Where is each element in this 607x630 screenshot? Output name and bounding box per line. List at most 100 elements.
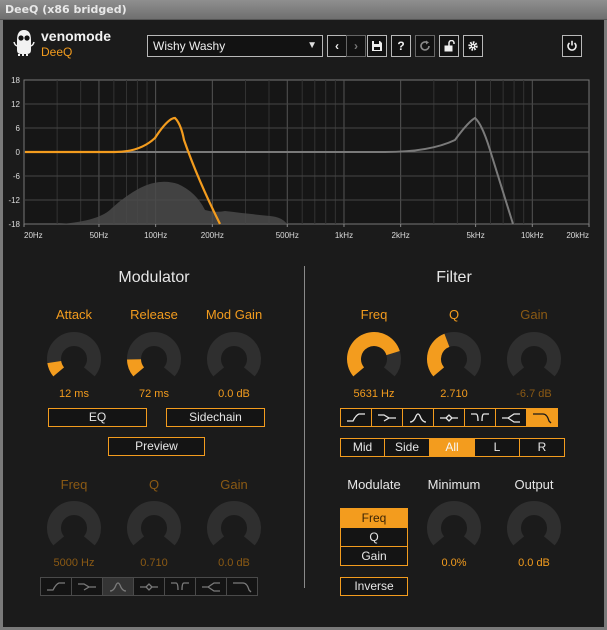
- mod-eq-gain-knob[interactable]: [206, 500, 262, 556]
- filter-shape-low-cut-button[interactable]: [40, 577, 72, 596]
- power-button[interactable]: [562, 35, 582, 57]
- next-preset-button[interactable]: ›: [346, 35, 366, 57]
- x-tick-label: 200Hz: [201, 231, 224, 240]
- eq-y-ticks: 18 12 6 0 -6 -12 -18: [8, 76, 20, 229]
- help-button[interactable]: ?: [391, 35, 411, 57]
- x-tick-label: 5kHz: [466, 231, 484, 240]
- attack-knob[interactable]: [46, 331, 102, 387]
- filter-freq-knob[interactable]: [346, 331, 402, 387]
- filter-shape-low-shelf-button[interactable]: [371, 408, 403, 427]
- channel-all-button[interactable]: All: [429, 438, 475, 457]
- window-title-bar[interactable]: DeeQ (x86 bridged): [0, 0, 607, 20]
- preset-name: Wishy Washy: [153, 39, 226, 53]
- low-shelf-icon: [378, 413, 396, 422]
- knob-track: [427, 501, 481, 546]
- knob-track: [507, 332, 561, 377]
- filter-freq-label: Freq: [360, 307, 388, 322]
- refresh-icon: [420, 40, 430, 51]
- mod-freq-value: 5000 Hz: [53, 557, 95, 569]
- lock-button[interactable]: [439, 35, 459, 57]
- filter-shape-peak-button[interactable]: [102, 577, 134, 596]
- save-preset-button[interactable]: [367, 35, 387, 57]
- y-tick-label: -18: [8, 220, 20, 229]
- product-name: DeeQ: [41, 45, 73, 59]
- x-tick-label: 20kHz: [566, 231, 589, 240]
- window-title: DeeQ (x86 bridged): [5, 3, 127, 16]
- channel-l-button[interactable]: L: [474, 438, 520, 457]
- mod-gain-knob[interactable]: [206, 331, 262, 387]
- modulate-gain-option[interactable]: Gain: [340, 546, 408, 566]
- attack-value: 12 ms: [59, 388, 89, 400]
- knob-track: [507, 501, 561, 546]
- settings-button[interactable]: [463, 35, 483, 57]
- notch-icon: [471, 412, 489, 421]
- filter-gain-knob[interactable]: [506, 331, 562, 387]
- channel-side-button[interactable]: Side: [384, 438, 430, 457]
- eq-x-ticks: 20Hz 50Hz 100Hz 200Hz 500Hz 1kHz 2kHz 5kHz 10kHz…: [23, 224, 590, 240]
- modulate-freq-option[interactable]: Freq: [340, 508, 408, 528]
- power-icon: [567, 40, 577, 51]
- filter-q-label: Q: [448, 307, 460, 322]
- filter-q-value: 2.710: [440, 388, 468, 400]
- x-tick-label: 10kHz: [521, 231, 544, 240]
- minimum-label: Minimum: [427, 477, 481, 492]
- knob-value-arc: [427, 333, 450, 377]
- filter-shape-high-shelf-button[interactable]: [195, 577, 227, 596]
- filter-shape-bell-notch-button[interactable]: [433, 408, 465, 427]
- filter-shape-high-cut-button[interactable]: [226, 577, 258, 596]
- filter-shape-low-shelf-button[interactable]: [71, 577, 103, 596]
- mod-filter-shape-selector[interactable]: [40, 577, 258, 596]
- venomode-logo-icon: [13, 30, 35, 56]
- knob-value-arc: [47, 360, 65, 377]
- filter-shape-selector[interactable]: [340, 408, 558, 427]
- mod-gain-value: 0.0 dB: [218, 388, 250, 400]
- filter-shape-bell-notch-button[interactable]: [133, 577, 165, 596]
- sidechain-button[interactable]: Sidechain: [166, 408, 265, 427]
- release-knob[interactable]: [126, 331, 182, 387]
- preview-button[interactable]: Preview: [108, 437, 205, 456]
- mod-gain-label: Mod Gain: [205, 307, 263, 322]
- x-tick-label: 20Hz: [24, 231, 43, 240]
- prev-preset-button[interactable]: ‹: [327, 35, 347, 57]
- y-tick-label: -6: [13, 172, 21, 181]
- peak-icon: [409, 412, 427, 423]
- filter-shape-high-shelf-button[interactable]: [495, 408, 527, 427]
- preset-selector[interactable]: Wishy Washy ▼: [147, 35, 323, 57]
- filter-shape-notch-button[interactable]: [164, 577, 196, 596]
- filter-gain-value: -6.7 dB: [516, 388, 552, 400]
- y-tick-label: 18: [11, 76, 20, 85]
- mod-q-knob[interactable]: [126, 500, 182, 556]
- channel-mid-button[interactable]: Mid: [340, 438, 385, 457]
- filter-shape-high-cut-button[interactable]: [526, 408, 558, 427]
- filter-shape-low-cut-button[interactable]: [340, 408, 372, 427]
- modulate-q-option[interactable]: Q: [340, 527, 408, 547]
- modulate-target-selector[interactable]: Freq Q Gain: [340, 508, 408, 566]
- output-value: 0.0 dB: [518, 557, 550, 569]
- notch-icon: [171, 581, 189, 590]
- eq-button[interactable]: EQ: [48, 408, 147, 427]
- mod-freq-knob[interactable]: [46, 500, 102, 556]
- high-shelf-icon: [202, 581, 220, 592]
- channel-r-button[interactable]: R: [519, 438, 565, 457]
- filter-shape-notch-button[interactable]: [464, 408, 496, 427]
- attack-label: Attack: [55, 307, 93, 322]
- minimum-knob[interactable]: [426, 500, 482, 556]
- filter-shape-peak-button[interactable]: [402, 408, 434, 427]
- compare-button[interactable]: [415, 35, 435, 57]
- output-knob[interactable]: [506, 500, 562, 556]
- y-tick-label: 0: [16, 148, 21, 157]
- filter-title: Filter: [436, 269, 472, 286]
- save-icon: [372, 41, 382, 51]
- section-divider: [304, 266, 305, 588]
- mod-freq-label: Freq: [60, 477, 88, 492]
- eq-graph[interactable]: 18 12 6 0 -6 -12 -18 20Hz 50Hz 100Hz 200Hz 500Hz 1k…: [0, 72, 607, 244]
- brand-name: venomode: [41, 28, 112, 44]
- inverse-button[interactable]: Inverse: [340, 577, 408, 596]
- filter-q-knob[interactable]: [426, 331, 482, 387]
- channel-selector[interactable]: Mid Side All L R: [340, 438, 565, 457]
- low-shelf-icon: [78, 582, 96, 591]
- mod-q-value: 0.710: [140, 557, 168, 569]
- x-tick-label: 1kHz: [335, 231, 353, 240]
- mod-eq-gain-value: 0.0 dB: [218, 557, 250, 569]
- release-value: 72 ms: [139, 388, 169, 400]
